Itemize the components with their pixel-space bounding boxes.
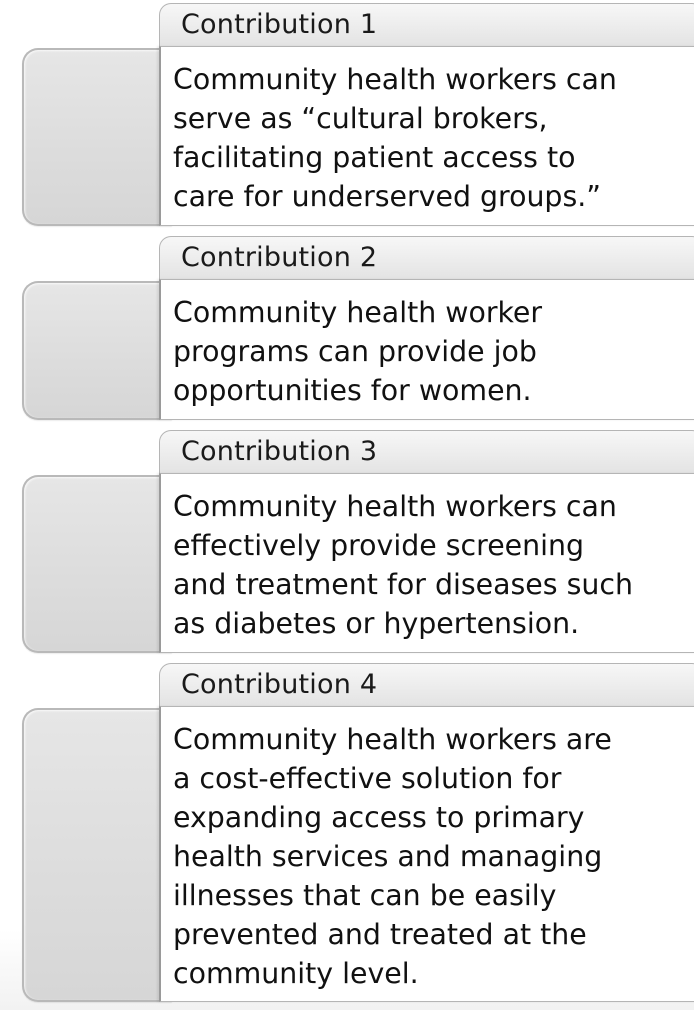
contribution-card-1[interactable]: Community health workers can serve as “c… (159, 46, 694, 226)
contribution-label-2: Contribution 2 (181, 242, 378, 273)
contribution-tab-4[interactable]: Contribution 4 (159, 663, 694, 707)
drop-slot-1[interactable] (22, 48, 172, 226)
contribution-text-4: Community health workers are a cost-effe… (173, 723, 612, 990)
contribution-label-1: Contribution 1 (181, 9, 378, 40)
contribution-card-3[interactable]: Community health workers can effectively… (159, 473, 694, 653)
contribution-card-2[interactable]: Community health worker programs can pro… (159, 279, 694, 420)
drop-slot-4[interactable] (22, 708, 172, 1002)
contribution-tab-3[interactable]: Contribution 3 (159, 430, 694, 474)
contribution-text-1: Community health workers can serve as “c… (173, 63, 617, 213)
contribution-card-4[interactable]: Community health workers are a cost-effe… (159, 706, 694, 1002)
contribution-text-3: Community health workers can effectively… (173, 490, 633, 640)
contribution-label-3: Contribution 3 (181, 436, 378, 467)
drop-slot-2[interactable] (22, 281, 172, 420)
contribution-text-2: Community health worker programs can pro… (173, 296, 543, 407)
contribution-label-4: Contribution 4 (181, 669, 378, 700)
drop-slot-3[interactable] (22, 475, 172, 653)
contribution-tab-2[interactable]: Contribution 2 (159, 236, 694, 280)
drag-drop-matching-panel: Contribution 1 Community health workers … (0, 0, 694, 1010)
contribution-tab-1[interactable]: Contribution 1 (159, 3, 694, 47)
